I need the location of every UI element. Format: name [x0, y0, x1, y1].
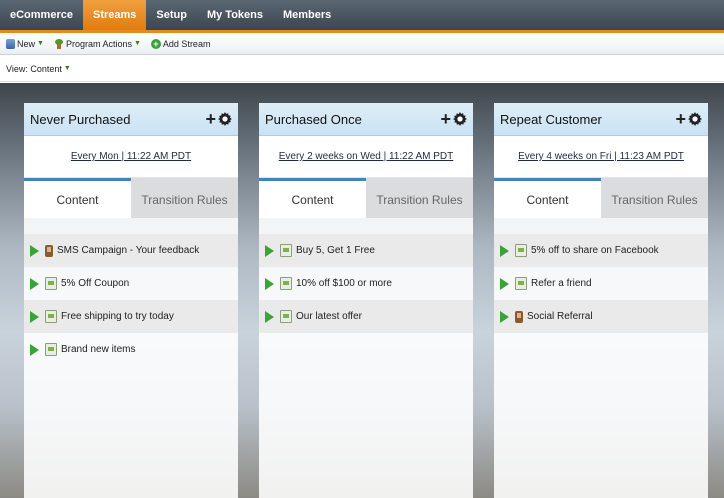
column-tabs: Content Transition Rules	[259, 178, 473, 218]
schedule-row: Every Mon | 11:22 AM PDT	[24, 136, 238, 178]
database-icon	[6, 38, 15, 49]
list-item[interactable]: Free shipping to try today	[24, 300, 238, 333]
column-actions: +	[440, 110, 467, 128]
gear-icon[interactable]	[688, 112, 702, 126]
item-label: Free shipping to try today	[61, 311, 174, 322]
chevron-down-icon: ▼	[37, 40, 44, 47]
list-item[interactable]: 5% off to share on Facebook	[494, 234, 708, 267]
column-actions: +	[205, 110, 232, 128]
schedule-link[interactable]: Every Mon | 11:22 AM PDT	[71, 151, 191, 162]
list-item[interactable]: Social Referral	[494, 300, 708, 333]
list-item[interactable]: 10% off $100 or more	[259, 267, 473, 300]
list-item[interactable]: Buy 5, Get 1 Free	[259, 234, 473, 267]
email-icon	[45, 310, 57, 323]
add-stream-button[interactable]: + Add Stream	[150, 38, 211, 49]
email-icon	[280, 277, 292, 290]
view-bar: View: Content ▼	[0, 56, 724, 82]
item-label: Buy 5, Get 1 Free	[296, 245, 375, 256]
column-title: Purchased Once	[265, 111, 362, 127]
add-stream-label: Add Stream	[162, 38, 211, 49]
column-title: Never Purchased	[30, 111, 131, 127]
item-label: SMS Campaign - Your feedback	[57, 245, 200, 256]
column-header: Never Purchased +	[24, 103, 238, 136]
phone-icon	[45, 244, 53, 257]
column-header: Repeat Customer +	[494, 103, 708, 136]
column-title: Repeat Customer	[500, 111, 602, 127]
column-header: Purchased Once +	[259, 103, 473, 136]
email-icon	[45, 343, 57, 356]
stream-column-repeat-customer: Repeat Customer + Every 4 weeks on Fri |…	[494, 103, 708, 498]
tab-content[interactable]: Content	[494, 178, 601, 218]
play-icon[interactable]	[30, 244, 39, 257]
item-label: Social Referral	[527, 311, 593, 322]
chevron-down-icon: ▼	[63, 65, 71, 72]
nav-tab-streams[interactable]: Streams	[82, 0, 147, 30]
play-icon[interactable]	[30, 277, 39, 290]
plus-icon[interactable]: +	[675, 110, 686, 128]
schedule-row: Every 2 weeks on Wed | 11:22 AM PDT	[259, 136, 473, 178]
toolbar: New ▼ Program Actions ▼ + Add Stream	[0, 33, 724, 55]
phone-icon	[515, 310, 523, 323]
tab-transition-rules[interactable]: Transition Rules	[131, 178, 238, 218]
nav-tab-ecommerce[interactable]: eCommerce	[0, 0, 83, 30]
email-icon	[515, 277, 527, 290]
program-actions-label: Program Actions	[65, 38, 132, 49]
play-icon[interactable]	[500, 310, 509, 323]
view-selector[interactable]: View: Content ▼	[6, 64, 71, 74]
plus-icon[interactable]: +	[205, 110, 216, 128]
list-item[interactable]: 5% Off Coupon	[24, 267, 238, 300]
nav-tab-my-tokens[interactable]: My Tokens	[197, 0, 273, 30]
tab-content[interactable]: Content	[24, 178, 131, 218]
nav-tab-members[interactable]: Members	[273, 0, 341, 30]
item-label: 10% off $100 or more	[296, 278, 392, 289]
top-nav: eCommerce Streams Setup My Tokens Member…	[0, 0, 724, 33]
list-item[interactable]: Brand new items	[24, 333, 238, 366]
content-list: 5% off to share on Facebook Refer a frie…	[494, 218, 708, 333]
stream-column-never-purchased: Never Purchased + Every Mon | 11:22 AM P…	[24, 103, 238, 498]
column-actions: +	[675, 110, 702, 128]
schedule-link[interactable]: Every 2 weeks on Wed | 11:22 AM PDT	[279, 151, 454, 162]
add-icon: +	[150, 38, 161, 49]
play-icon[interactable]	[265, 277, 274, 290]
new-label: New	[17, 38, 36, 49]
email-icon	[280, 244, 292, 257]
play-icon[interactable]	[500, 244, 509, 257]
schedule-link[interactable]: Every 4 weeks on Fri | 11:23 AM PDT	[518, 151, 684, 162]
play-icon[interactable]	[265, 244, 274, 257]
nav-tab-setup[interactable]: Setup	[146, 0, 197, 30]
schedule-row: Every 4 weeks on Fri | 11:23 AM PDT	[494, 136, 708, 178]
item-label: Our latest offer	[296, 311, 362, 322]
plus-icon[interactable]: +	[440, 110, 451, 128]
content-list: SMS Campaign - Your feedback 5% Off Coup…	[24, 218, 238, 366]
play-icon[interactable]	[30, 310, 39, 323]
list-item[interactable]: Refer a friend	[494, 267, 708, 300]
email-icon	[280, 310, 292, 323]
column-tabs: Content Transition Rules	[24, 178, 238, 218]
item-label: 5% off to share on Facebook	[531, 245, 659, 256]
play-icon[interactable]	[500, 277, 509, 290]
item-label: Refer a friend	[531, 278, 592, 289]
plant-icon	[54, 38, 64, 49]
content-list: Buy 5, Get 1 Free 10% off $100 or more O…	[259, 218, 473, 333]
play-icon[interactable]	[265, 310, 274, 323]
item-label: Brand new items	[61, 344, 136, 355]
tab-content[interactable]: Content	[259, 178, 366, 218]
stream-column-purchased-once: Purchased Once + Every 2 weeks on Wed | …	[259, 103, 473, 498]
play-icon[interactable]	[30, 343, 39, 356]
column-tabs: Content Transition Rules	[494, 178, 708, 218]
email-icon	[45, 277, 57, 290]
view-label: View: Content	[6, 63, 62, 74]
gear-icon[interactable]	[218, 112, 232, 126]
chevron-down-icon: ▼	[133, 40, 141, 47]
list-item[interactable]: SMS Campaign - Your feedback	[24, 234, 238, 267]
tab-transition-rules[interactable]: Transition Rules	[366, 178, 473, 218]
new-button[interactable]: New ▼	[6, 38, 44, 49]
program-actions-button[interactable]: Program Actions ▼	[54, 38, 141, 49]
item-label: 5% Off Coupon	[61, 278, 130, 289]
tab-transition-rules[interactable]: Transition Rules	[601, 178, 708, 218]
email-icon	[515, 244, 527, 257]
gear-icon[interactable]	[453, 112, 467, 126]
list-item[interactable]: Our latest offer	[259, 300, 473, 333]
